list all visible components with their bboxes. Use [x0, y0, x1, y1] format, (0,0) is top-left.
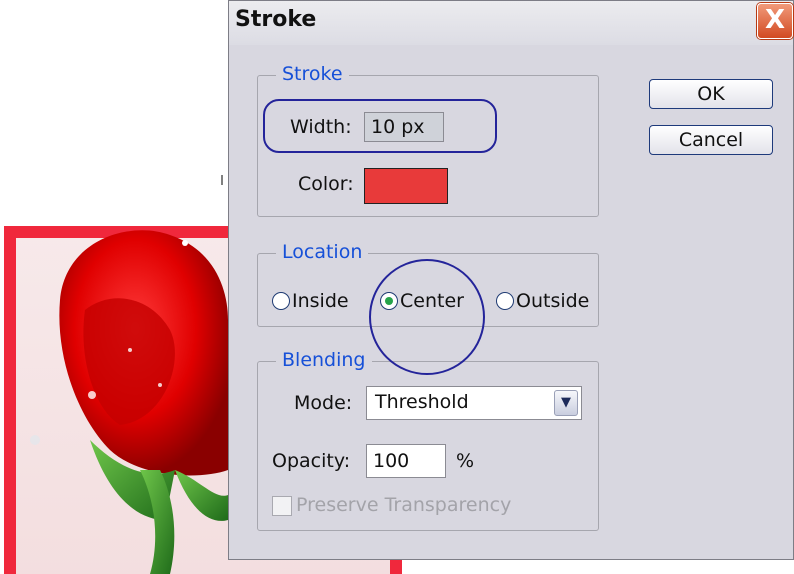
- radio-outside[interactable]: Outside: [496, 288, 596, 314]
- mode-select[interactable]: Threshold ▼: [366, 386, 582, 420]
- center-highlight-annotation: [369, 259, 485, 375]
- color-swatch[interactable]: [364, 168, 448, 204]
- location-group-legend: Location: [276, 239, 369, 265]
- cancel-button[interactable]: Cancel: [649, 125, 773, 155]
- radio-inside[interactable]: Inside: [272, 288, 362, 314]
- stroke-dialog: Stroke X Stroke Width: 10 px Color: Loca…: [228, 0, 794, 560]
- radio-outside-label: Outside: [516, 290, 590, 312]
- preserve-transparency-label: Preserve Transparency: [296, 494, 512, 516]
- blending-group-legend: Blending: [276, 347, 372, 373]
- opacity-label: Opacity:: [272, 450, 351, 472]
- blending-group: Blending Mode: Threshold ▼ Opacity: 100 …: [257, 347, 599, 531]
- close-button[interactable]: X: [757, 3, 793, 39]
- opacity-unit: %: [456, 450, 475, 472]
- radio-inside-button[interactable]: [272, 292, 290, 310]
- dialog-title: Stroke: [235, 7, 317, 32]
- mode-select-value: Threshold: [375, 391, 469, 413]
- chevron-down-icon[interactable]: ▼: [554, 390, 578, 416]
- close-x-icon: X: [764, 5, 786, 35]
- width-highlight-annotation: [263, 99, 497, 153]
- radio-inside-label: Inside: [292, 290, 349, 312]
- stroke-group-legend: Stroke: [276, 61, 349, 87]
- preserve-transparency-checkbox[interactable]: [272, 496, 292, 516]
- dialog-title-bar[interactable]: Stroke X: [229, 1, 793, 45]
- mode-label: Mode:: [294, 392, 353, 414]
- radio-outside-button[interactable]: [496, 292, 514, 310]
- ok-button[interactable]: OK: [649, 79, 773, 109]
- opacity-field[interactable]: 100: [366, 444, 446, 478]
- color-label: Color:: [298, 173, 354, 195]
